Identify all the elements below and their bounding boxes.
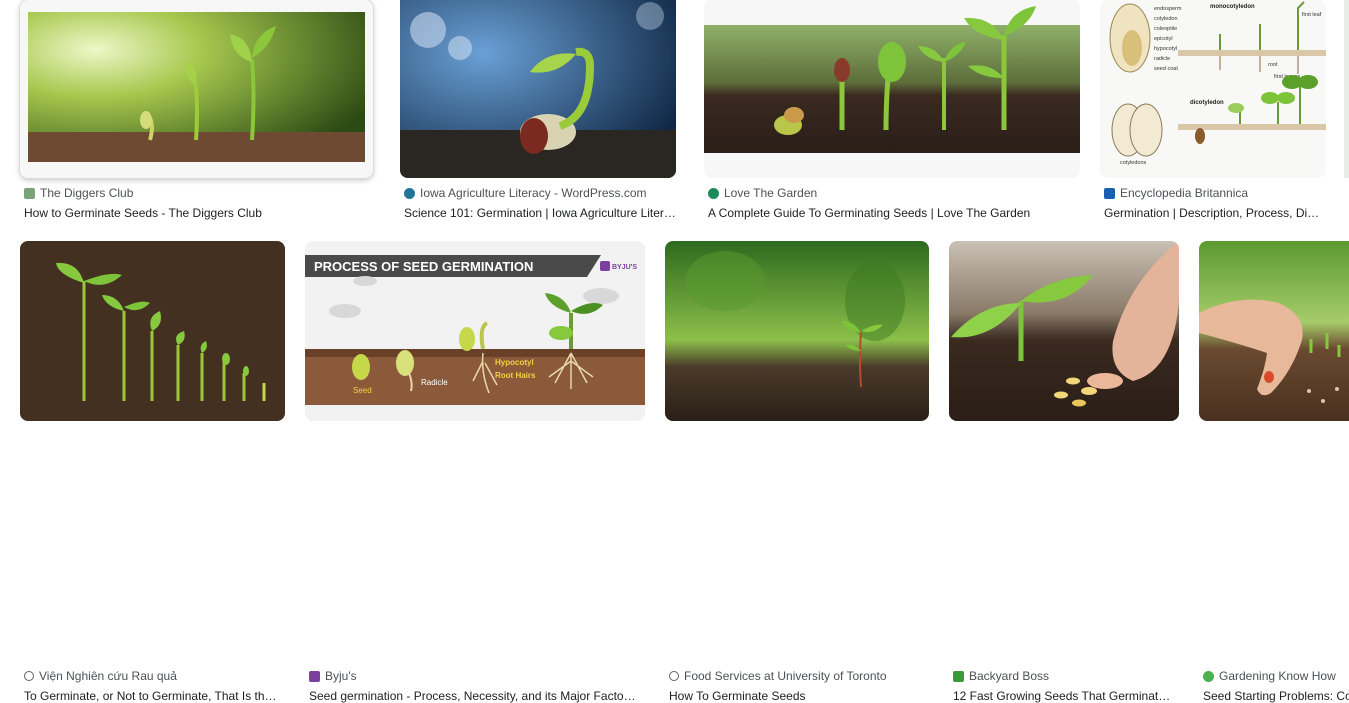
source-label: Backyard Boss <box>969 669 1050 683</box>
result-title-5[interactable]: To Germinate, or Not to Germinate, That … <box>24 689 285 703</box>
result-image-2[interactable] <box>400 0 676 178</box>
result-card-6[interactable]: PROCESS OF SEED GERMINATION BYJU'S Seed … <box>305 241 645 703</box>
gardening-know-how-favicon-icon <box>1203 670 1214 682</box>
result-image-6[interactable]: PROCESS OF SEED GERMINATION BYJU'S Seed … <box>305 241 645 421</box>
result-image-8[interactable] <box>949 241 1179 421</box>
source-label: Love The Garden <box>724 186 818 200</box>
result-card-8[interactable]: Backyard Boss 12 Fast Growing Seeds That… <box>949 241 1179 703</box>
result-card-4[interactable]: endosperm cotyledon coleoptile epicotyl … <box>1100 0 1326 222</box>
label-epicotyl: epicotyl <box>1154 36 1173 42</box>
result-image-overflow-edge <box>1344 0 1349 178</box>
result-source-2[interactable]: Iowa Agriculture Literacy - WordPress.co… <box>404 186 647 200</box>
result-source-9[interactable]: Gardening Know How <box>1203 669 1336 683</box>
diagram-label-hypocotyl: Hypocotyl <box>495 358 534 367</box>
result-image-1[interactable] <box>20 0 373 178</box>
result-title-6[interactable]: Seed germination - Process, Necessity, a… <box>309 689 645 703</box>
label-seed-coat: seed coat <box>1154 66 1178 72</box>
label-dicotyledon: dicotyledon <box>1190 100 1224 106</box>
result-source-1[interactable]: The Diggers Club <box>24 186 133 200</box>
result-title-8[interactable]: 12 Fast Growing Seeds That Germinat… <box>953 689 1179 703</box>
diagram-brand: BYJU'S <box>612 264 637 271</box>
result-image-3[interactable] <box>704 0 1080 178</box>
source-label: Viện Nghiên cứu Rau quả <box>39 669 177 683</box>
label-endosperm: endosperm <box>1154 6 1182 12</box>
source-label: Byju's <box>325 669 357 683</box>
result-source-8[interactable]: Backyard Boss <box>953 669 1049 683</box>
diagram-label-seed: Seed <box>353 386 372 395</box>
backyard-boss-favicon-icon <box>953 670 964 682</box>
source-label: Encyclopedia Britannica <box>1120 186 1249 200</box>
britannica-favicon-icon <box>1104 187 1115 199</box>
result-image-7[interactable] <box>665 241 929 421</box>
result-title-3[interactable]: A Complete Guide To Germinating Seeds | … <box>708 206 1080 220</box>
result-image-9[interactable] <box>1199 241 1349 421</box>
wordpress-favicon-icon <box>404 187 415 199</box>
diagram-label-root-hairs: Root Hairs <box>495 371 536 380</box>
byjus-favicon-icon <box>309 670 320 682</box>
diggers-club-favicon-icon <box>24 187 35 199</box>
result-title-2[interactable]: Science 101: Germination | Iowa Agricult… <box>404 206 682 220</box>
result-card-5[interactable]: Viện Nghiên cứu Rau quả To Germinate, or… <box>20 241 285 703</box>
result-card-3[interactable]: Love The Garden A Complete Guide To Germ… <box>704 0 1080 222</box>
result-image-5[interactable] <box>20 241 285 421</box>
globe-icon <box>669 671 679 681</box>
result-source-3[interactable]: Love The Garden <box>708 186 817 200</box>
result-title-9[interactable]: Seed Starting Problems: Co <box>1203 689 1349 703</box>
label-cotyledons: cotyledons <box>1120 160 1147 166</box>
source-label: The Diggers Club <box>40 186 134 200</box>
result-source-6[interactable]: Byju's <box>309 669 357 683</box>
result-card-1[interactable]: The Diggers Club How to Germinate Seeds … <box>20 0 373 222</box>
result-source-5[interactable]: Viện Nghiên cứu Rau quả <box>24 669 177 683</box>
label-hypocotyl: hypocotyl <box>1154 46 1177 52</box>
result-card-7[interactable]: Food Services at University of Toronto H… <box>665 241 929 703</box>
result-image-4[interactable]: endosperm cotyledon coleoptile epicotyl … <box>1100 0 1326 178</box>
result-source-4[interactable]: Encyclopedia Britannica <box>1104 186 1248 200</box>
label-monocotyledon: monocotyledon <box>1210 4 1255 10</box>
source-label: Food Services at University of Toronto <box>684 669 887 683</box>
source-label: Iowa Agriculture Literacy - WordPress.co… <box>420 186 647 200</box>
result-card-2[interactable]: Iowa Agriculture Literacy - WordPress.co… <box>400 0 678 222</box>
diagram-label-radicle: Radicle <box>421 378 448 387</box>
result-source-7[interactable]: Food Services at University of Toronto <box>669 669 887 683</box>
label-root: root <box>1268 62 1278 68</box>
label-cotyledon: cotyledon <box>1154 16 1178 22</box>
result-card-9[interactable]: Gardening Know How Seed Starting Problem… <box>1199 241 1349 703</box>
result-title-1[interactable]: How to Germinate Seeds - The Diggers Clu… <box>24 206 369 220</box>
love-the-garden-favicon-icon <box>708 187 719 199</box>
result-title-7[interactable]: How To Germinate Seeds <box>669 689 929 703</box>
label-first-leaf: first leaf <box>1302 12 1322 18</box>
source-label: Gardening Know How <box>1219 669 1336 683</box>
label-coleoptile: coleoptile <box>1154 26 1177 32</box>
result-title-4[interactable]: Germination | Description, Process, Di… <box>1104 206 1326 220</box>
globe-icon <box>24 671 34 681</box>
diagram-banner-title: PROCESS OF SEED GERMINATION <box>314 259 533 274</box>
label-radicle: radicle <box>1154 56 1170 62</box>
